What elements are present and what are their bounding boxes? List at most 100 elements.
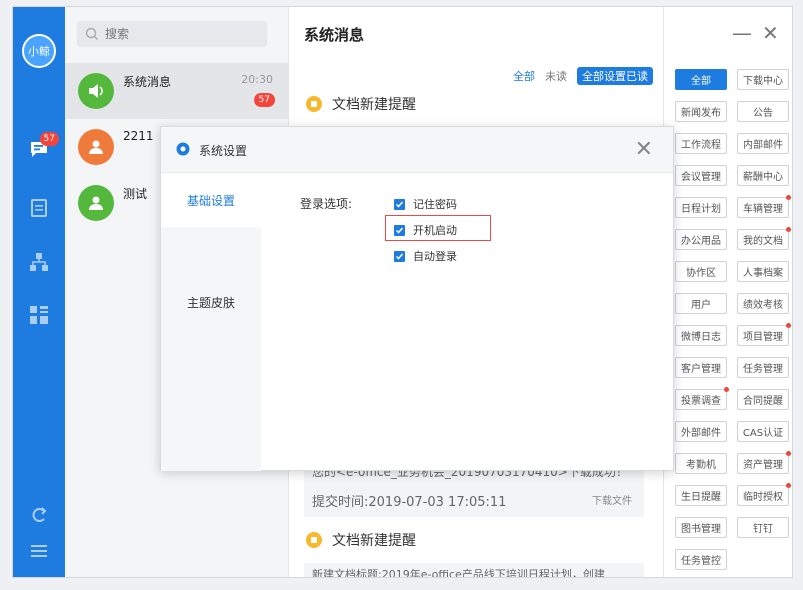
- notification-dot: [724, 387, 729, 392]
- conversation-time: 20:30: [241, 73, 273, 86]
- mark-all-read-button[interactable]: 全部设置已读: [577, 67, 653, 85]
- conversation-item[interactable]: 系统消息 20:30 57: [65, 63, 289, 119]
- category-tag-label: 办公用品: [681, 236, 721, 247]
- settings-nav: 基础设置 主题皮肤: [161, 173, 261, 471]
- category-panel: — ✕ 全部 下载中心新闻发布 公告工作流程 内部邮件会议管理 薪酬中心日程计划 车辆管理…: [663, 7, 792, 577]
- nav-basic-settings[interactable]: 基础设置: [161, 173, 261, 227]
- category-tag[interactable]: 临时授权: [737, 483, 791, 506]
- category-tag-label: 协作区: [686, 268, 716, 279]
- message-preview: 新建文档标题:2019年e-office产品线下培训日程计划，创建: [312, 568, 605, 578]
- notification-dot: [786, 323, 791, 328]
- category-tag[interactable]: 微博日志: [675, 325, 727, 346]
- submit-time: 提交时间:2019-07-03 17:05:11: [312, 495, 507, 510]
- app-window: 小鲸 57 系统消息 20:30: [12, 6, 793, 578]
- category-tag-label: 绩效考核: [743, 300, 783, 311]
- notification-dot: [786, 195, 791, 200]
- category-tag-label: 新闻发布: [681, 108, 721, 119]
- apps-grid-icon[interactable]: [27, 304, 51, 326]
- category-tag[interactable]: 外部邮件: [675, 421, 727, 442]
- dialog-header: 系统设置 ✕: [161, 127, 673, 173]
- category-tag[interactable]: 客户管理: [675, 357, 727, 378]
- category-tag[interactable]: 合同提醒: [737, 389, 789, 410]
- nav-theme-skin[interactable]: 主题皮肤: [161, 275, 261, 329]
- category-tag-label: 会议管理: [681, 172, 721, 183]
- category-tag-label: 图书管理: [681, 524, 721, 535]
- category-tag-label: 薪酬中心: [743, 172, 783, 183]
- category-tag-label: 投票调查: [681, 396, 721, 407]
- category-tag[interactable]: 用户: [675, 293, 727, 314]
- category-tag[interactable]: 车辆管理: [737, 195, 791, 218]
- category-tag[interactable]: 下载中心: [737, 69, 789, 90]
- message-preview-card: 新建文档标题:2019年e-office产品线下培训日程计划，创建: [304, 563, 644, 578]
- category-tag-label: 钉钉: [753, 524, 773, 535]
- category-tag[interactable]: 薪酬中心: [737, 165, 789, 186]
- category-tag[interactable]: 我的文档: [737, 227, 791, 250]
- user-avatar[interactable]: 小鲸: [22, 34, 56, 68]
- category-tag[interactable]: 办公用品: [675, 229, 727, 250]
- category-tag[interactable]: 项目管理: [737, 323, 791, 346]
- download-file-link[interactable]: 下载文件: [592, 492, 632, 507]
- minimize-icon[interactable]: —: [732, 21, 752, 45]
- filter-all-link[interactable]: 全部: [513, 68, 535, 84]
- login-options-label: 登录选项:: [300, 197, 353, 211]
- category-tag[interactable]: 会议管理: [675, 165, 727, 186]
- group-icon: [78, 185, 114, 221]
- refresh-icon[interactable]: [27, 504, 51, 526]
- category-tag-label: 任务管理: [743, 364, 783, 375]
- category-tag-label: 公告: [753, 108, 773, 119]
- category-tag[interactable]: 日程计划: [675, 197, 727, 218]
- category-tag[interactable]: 内部邮件: [737, 133, 789, 154]
- search-box[interactable]: [77, 21, 267, 47]
- category-tag[interactable]: 生日提醒: [675, 485, 727, 506]
- checkbox-checked-icon[interactable]: [394, 198, 405, 210]
- category-tag-label: 生日提醒: [681, 492, 721, 503]
- speaker-icon: [78, 73, 114, 109]
- settings-dialog: 系统设置 ✕ 基础设置 主题皮肤 登录选项: 记住密码 开机启动 自动登录: [160, 126, 674, 471]
- category-tag[interactable]: 人事档案: [737, 261, 789, 282]
- auto-login-option[interactable]: 自动登录: [394, 248, 457, 264]
- remember-password-option[interactable]: 记住密码: [394, 196, 457, 212]
- search-input[interactable]: [105, 27, 255, 41]
- message-title: 文档新建提醒: [332, 533, 416, 549]
- category-tag[interactable]: 资产管理: [737, 451, 791, 474]
- option-label: 记住密码: [413, 198, 457, 211]
- category-tag-label: 人事档案: [743, 268, 783, 279]
- category-tag[interactable]: 公告: [737, 101, 789, 122]
- category-tag-label: 客户管理: [681, 364, 721, 375]
- category-tag-label: 下载中心: [743, 76, 783, 87]
- category-tag[interactable]: 考勤机: [675, 453, 727, 474]
- group-icon: [78, 129, 114, 165]
- search-icon: [85, 27, 98, 40]
- category-tag[interactable]: 协作区: [675, 261, 727, 282]
- category-tag[interactable]: 全部: [675, 69, 727, 90]
- category-tag[interactable]: 任务管理: [737, 357, 789, 378]
- category-tag-label: 微博日志: [681, 332, 721, 343]
- category-tag-label: 项目管理: [743, 332, 783, 343]
- message-title: 文档新建提醒: [332, 97, 416, 113]
- category-tag[interactable]: 任务管控: [675, 549, 727, 570]
- category-tag[interactable]: 图书管理: [675, 517, 727, 538]
- message-header: 文档新建提醒: [306, 94, 416, 114]
- category-tag[interactable]: CAS认证: [737, 421, 789, 442]
- menu-icon[interactable]: [27, 540, 51, 562]
- category-tag-label: 用户: [691, 300, 711, 311]
- org-chart-icon[interactable]: [27, 251, 51, 273]
- chat-icon[interactable]: 57: [27, 132, 59, 160]
- notification-dot: [786, 451, 791, 456]
- document-icon[interactable]: [27, 197, 51, 219]
- close-icon[interactable]: ✕: [635, 137, 653, 162]
- checkbox-checked-icon[interactable]: [394, 250, 405, 262]
- category-tag[interactable]: 钉钉: [737, 517, 789, 538]
- icon-rail: 小鲸 57: [13, 7, 65, 577]
- unread-count-badge: 57: [253, 93, 275, 107]
- filter-unread-link[interactable]: 未读: [545, 68, 567, 84]
- conversation-name: 测试: [123, 187, 148, 201]
- dialog-title: 系统设置: [199, 144, 248, 158]
- close-icon[interactable]: ✕: [762, 21, 779, 45]
- category-tag[interactable]: 新闻发布: [675, 101, 727, 122]
- category-tags: 全部 下载中心新闻发布 公告工作流程 内部邮件会议管理 薪酬中心日程计划 车辆管理办公用品…: [675, 69, 791, 570]
- category-tag-label: 车辆管理: [743, 204, 783, 215]
- category-tag[interactable]: 工作流程: [675, 133, 727, 154]
- category-tag[interactable]: 投票调查: [675, 387, 729, 410]
- category-tag[interactable]: 绩效考核: [737, 293, 789, 314]
